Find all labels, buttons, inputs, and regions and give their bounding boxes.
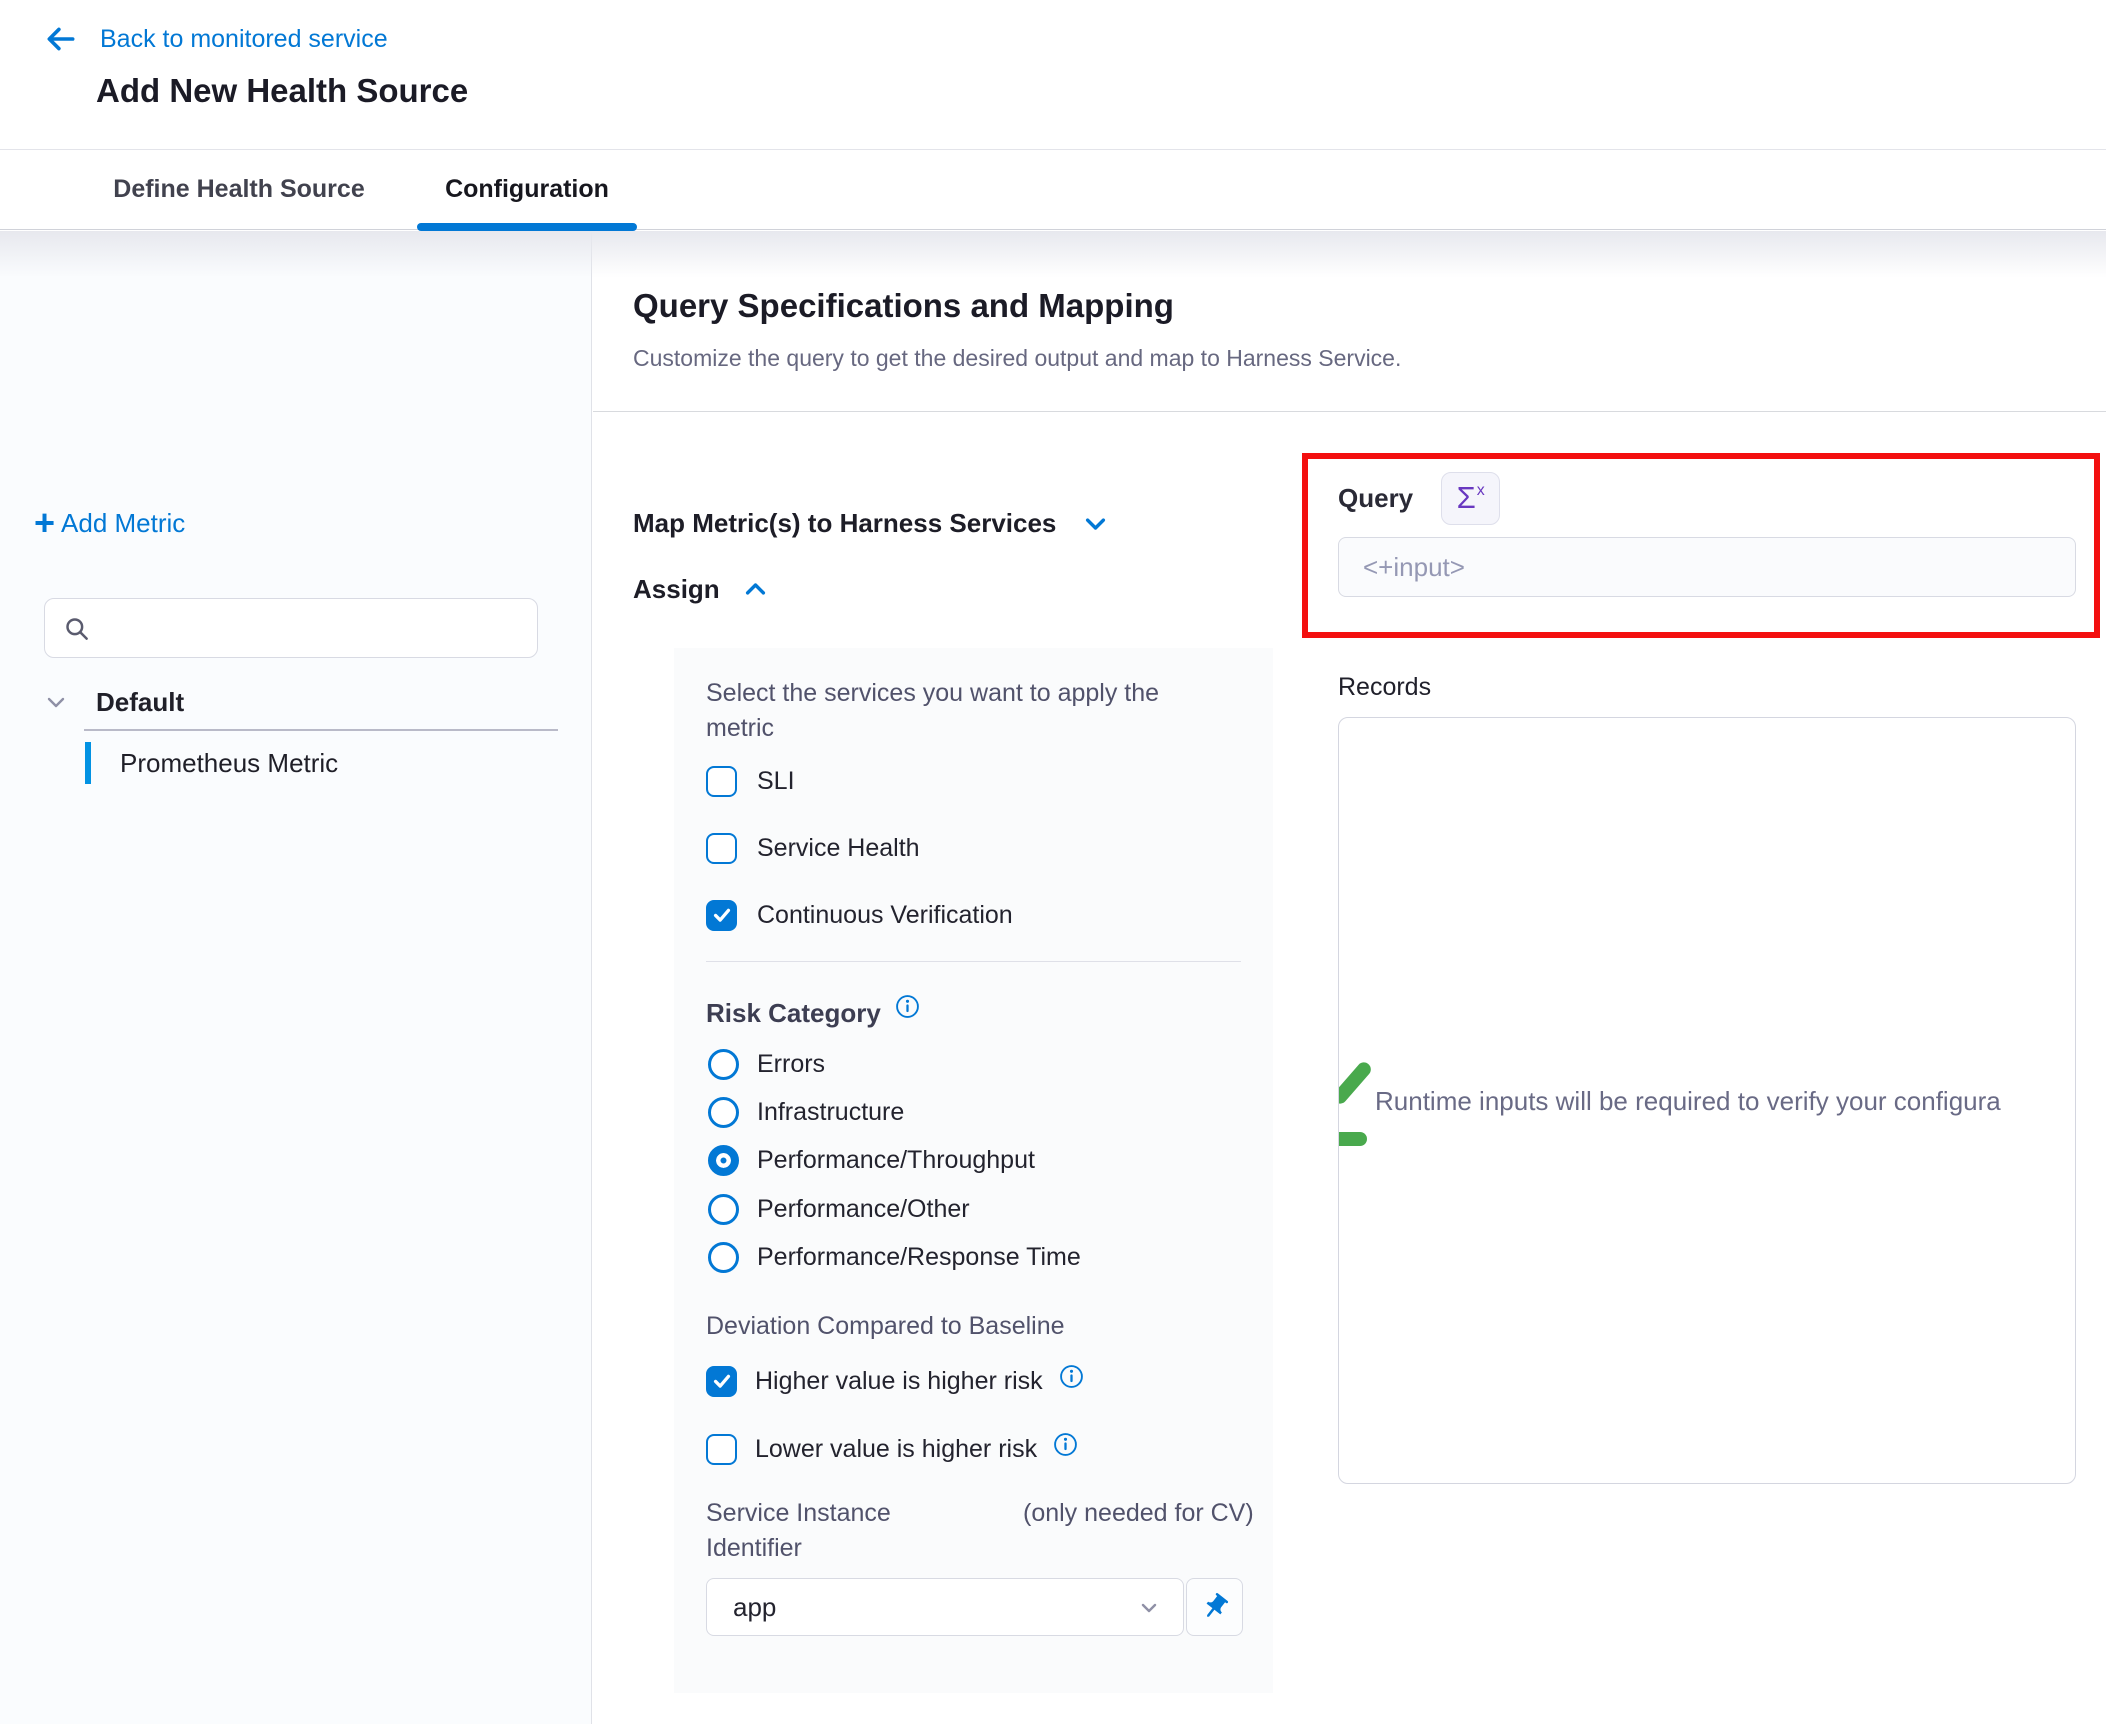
records-label: Records <box>1338 673 1431 702</box>
radio-unselected-icon <box>708 1097 739 1128</box>
radio-performance-other[interactable]: Performance/Other <box>708 1192 970 1226</box>
chevron-down-icon <box>1082 510 1109 537</box>
panel-divider <box>706 961 1241 962</box>
check-success-icon <box>1338 1066 1379 1152</box>
checkbox-unchecked-icon <box>706 833 737 864</box>
pushpin-icon <box>1193 1586 1235 1628</box>
section-subheading: Customize the query to get the desired o… <box>633 345 1401 372</box>
expression-builder-button[interactable]: Σ x <box>1441 472 1500 525</box>
radio-performance-response-time[interactable]: Performance/Response Time <box>708 1240 1081 1274</box>
metric-search-input[interactable] <box>104 614 519 642</box>
radio-errors[interactable]: Errors <box>708 1047 825 1081</box>
metric-search-box[interactable] <box>44 598 538 658</box>
service-instance-dropdown[interactable]: app <box>706 1578 1184 1636</box>
risk-category-header: Risk Category <box>706 998 920 1029</box>
assign-panel: Select the services you want to apply th… <box>674 648 1273 1693</box>
radio-performance-throughput[interactable]: Performance/Throughput <box>708 1143 1035 1177</box>
add-health-source-page: Back to monitored service Add New Health… <box>0 0 2106 1724</box>
tab-define-health-source[interactable]: Define Health Source <box>97 150 381 229</box>
back-link[interactable]: Back to monitored service <box>44 22 388 56</box>
query-label: Query <box>1338 483 1413 514</box>
arrow-left-icon <box>44 22 78 56</box>
service-instance-note: (only needed for CV) <box>1023 1496 1293 1531</box>
chevron-down-icon <box>44 690 68 714</box>
checkbox-continuous-verification[interactable]: Continuous Verification <box>706 893 1013 937</box>
metric-group-label: Default <box>96 687 184 718</box>
radio-unselected-icon <box>708 1194 739 1225</box>
services-prompt: Select the services you want to apply th… <box>706 676 1226 746</box>
checkbox-higher-value-higher-risk[interactable]: Higher value is higher risk <box>706 1359 1084 1403</box>
section-heading: Query Specifications and Mapping <box>633 287 1174 325</box>
checkbox-service-health[interactable]: Service Health <box>706 826 920 870</box>
selected-metric-indicator <box>85 742 91 784</box>
search-icon <box>63 615 90 642</box>
query-header: Query Σ x <box>1338 471 1500 525</box>
records-box: Runtime inputs will be required to verif… <box>1338 717 2076 1484</box>
add-metric-button[interactable]: + Add Metric <box>34 505 185 541</box>
tab-configuration[interactable]: Configuration <box>427 150 627 229</box>
page-title: Add New Health Source <box>96 72 468 110</box>
service-instance-label: Service Instance Identifier <box>706 1496 956 1566</box>
checkbox-unchecked-icon <box>706 1434 737 1465</box>
plus-icon: + <box>34 505 55 541</box>
group-divider <box>84 729 558 731</box>
checkbox-sli[interactable]: SLI <box>706 759 795 803</box>
checkbox-checked-icon <box>706 900 737 931</box>
metrics-sidebar: + Add Metric Default Prometheus Metric <box>0 231 592 1724</box>
active-tab-underline <box>417 223 637 231</box>
heading-divider <box>593 411 2106 412</box>
configuration-content: Query Specifications and Mapping Customi… <box>593 231 2106 1724</box>
radio-unselected-icon <box>708 1242 739 1273</box>
sigma-icon: Σ <box>1457 480 1476 516</box>
radio-selected-icon <box>708 1145 739 1176</box>
assign-section-toggle[interactable]: Assign <box>633 569 769 609</box>
chevron-down-icon <box>1137 1595 1161 1619</box>
runtime-inputs-message: Runtime inputs will be required to verif… <box>1375 1086 2001 1117</box>
service-instance-value: app <box>733 1592 1137 1623</box>
query-input[interactable]: <+input> <box>1338 537 2076 597</box>
deviation-header: Deviation Compared to Baseline <box>706 1312 1065 1341</box>
chevron-up-icon <box>742 576 769 603</box>
pin-runtime-input-button[interactable] <box>1186 1578 1243 1636</box>
info-icon[interactable] <box>1053 1432 1078 1462</box>
tab-bar: Define Health Source Configuration <box>0 149 2106 230</box>
metric-group-default[interactable]: Default <box>44 681 184 723</box>
map-metrics-section-toggle[interactable]: Map Metric(s) to Harness Services <box>633 503 1109 543</box>
info-icon[interactable] <box>895 994 920 1029</box>
checkbox-checked-icon <box>706 1366 737 1397</box>
radio-infrastructure[interactable]: Infrastructure <box>708 1095 904 1129</box>
checkbox-lower-value-higher-risk[interactable]: Lower value is higher risk <box>706 1427 1078 1471</box>
back-link-label: Back to monitored service <box>100 25 388 54</box>
sidebar-item-prometheus-metric[interactable]: Prometheus Metric <box>85 742 338 784</box>
checkbox-unchecked-icon <box>706 766 737 797</box>
radio-unselected-icon <box>708 1049 739 1080</box>
info-icon[interactable] <box>1059 1364 1084 1394</box>
